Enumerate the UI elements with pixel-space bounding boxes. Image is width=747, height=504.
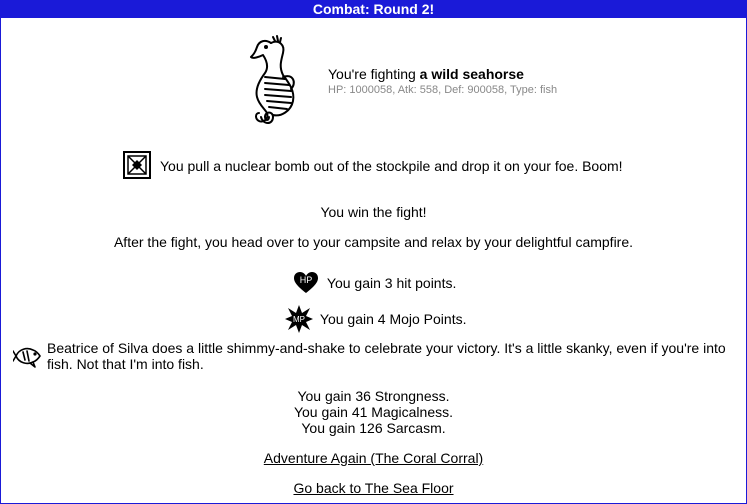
monster-name: a wild seahorse: [419, 66, 524, 82]
combat-title: Combat: Round 2!: [1, 1, 746, 18]
mp-gain-text: You gain 4 Mojo Points.: [319, 311, 467, 327]
sarcasm-gain: You gain 126 Sarcasm.: [301, 420, 446, 436]
adventure-again-link[interactable]: Adventure Again (The Coral Corral): [264, 450, 483, 466]
monster-description: You're fighting a wild seahorse HP: 1000…: [328, 66, 557, 96]
familiar-message: Beatrice of Silva does a little shimmy-a…: [47, 340, 726, 372]
combat-action-row: You pull a nuclear bomb out of the stock…: [123, 151, 643, 181]
seahorse-icon: [250, 35, 295, 124]
mp-burst-icon: MP: [285, 305, 313, 333]
combat-window: Combat: Round 2! You're fighting a wild …: [0, 0, 747, 504]
hp-gain-row: HP You gain 3 hit points.: [293, 271, 456, 295]
monster-stats: HP: 1000058, Atk: 558, Def: 900058, Type…: [328, 84, 558, 96]
adventure-again-row: Adventure Again (The Coral Corral): [1, 450, 746, 466]
mp-icon-label: MP: [293, 315, 305, 324]
combat-action-text: You pull a nuclear bomb out of the stock…: [160, 158, 623, 174]
go-back-row: Go back to The Sea Floor: [1, 480, 746, 496]
win-message: You win the fight!: [320, 204, 427, 220]
mp-gain-row: MP You gain 4 Mojo Points.: [284, 304, 466, 334]
hp-icon-label: HP: [300, 275, 313, 285]
go-back-link[interactable]: Go back to The Sea Floor: [293, 480, 453, 496]
hp-heart-icon: HP: [294, 272, 318, 293]
monster-intro: You're fighting a wild seahorse: [328, 66, 524, 82]
strongness-gain: You gain 36 Strongness.: [297, 388, 450, 404]
magicalness-gain: You gain 41 Magicalness.: [293, 404, 454, 420]
after-fight-message: After the fight, you head over to your c…: [113, 234, 634, 250]
fish-familiar-icon: [13, 347, 41, 368]
hp-gain-text: You gain 3 hit points.: [326, 275, 457, 291]
nuclear-bomb-crate-icon: [123, 151, 151, 179]
